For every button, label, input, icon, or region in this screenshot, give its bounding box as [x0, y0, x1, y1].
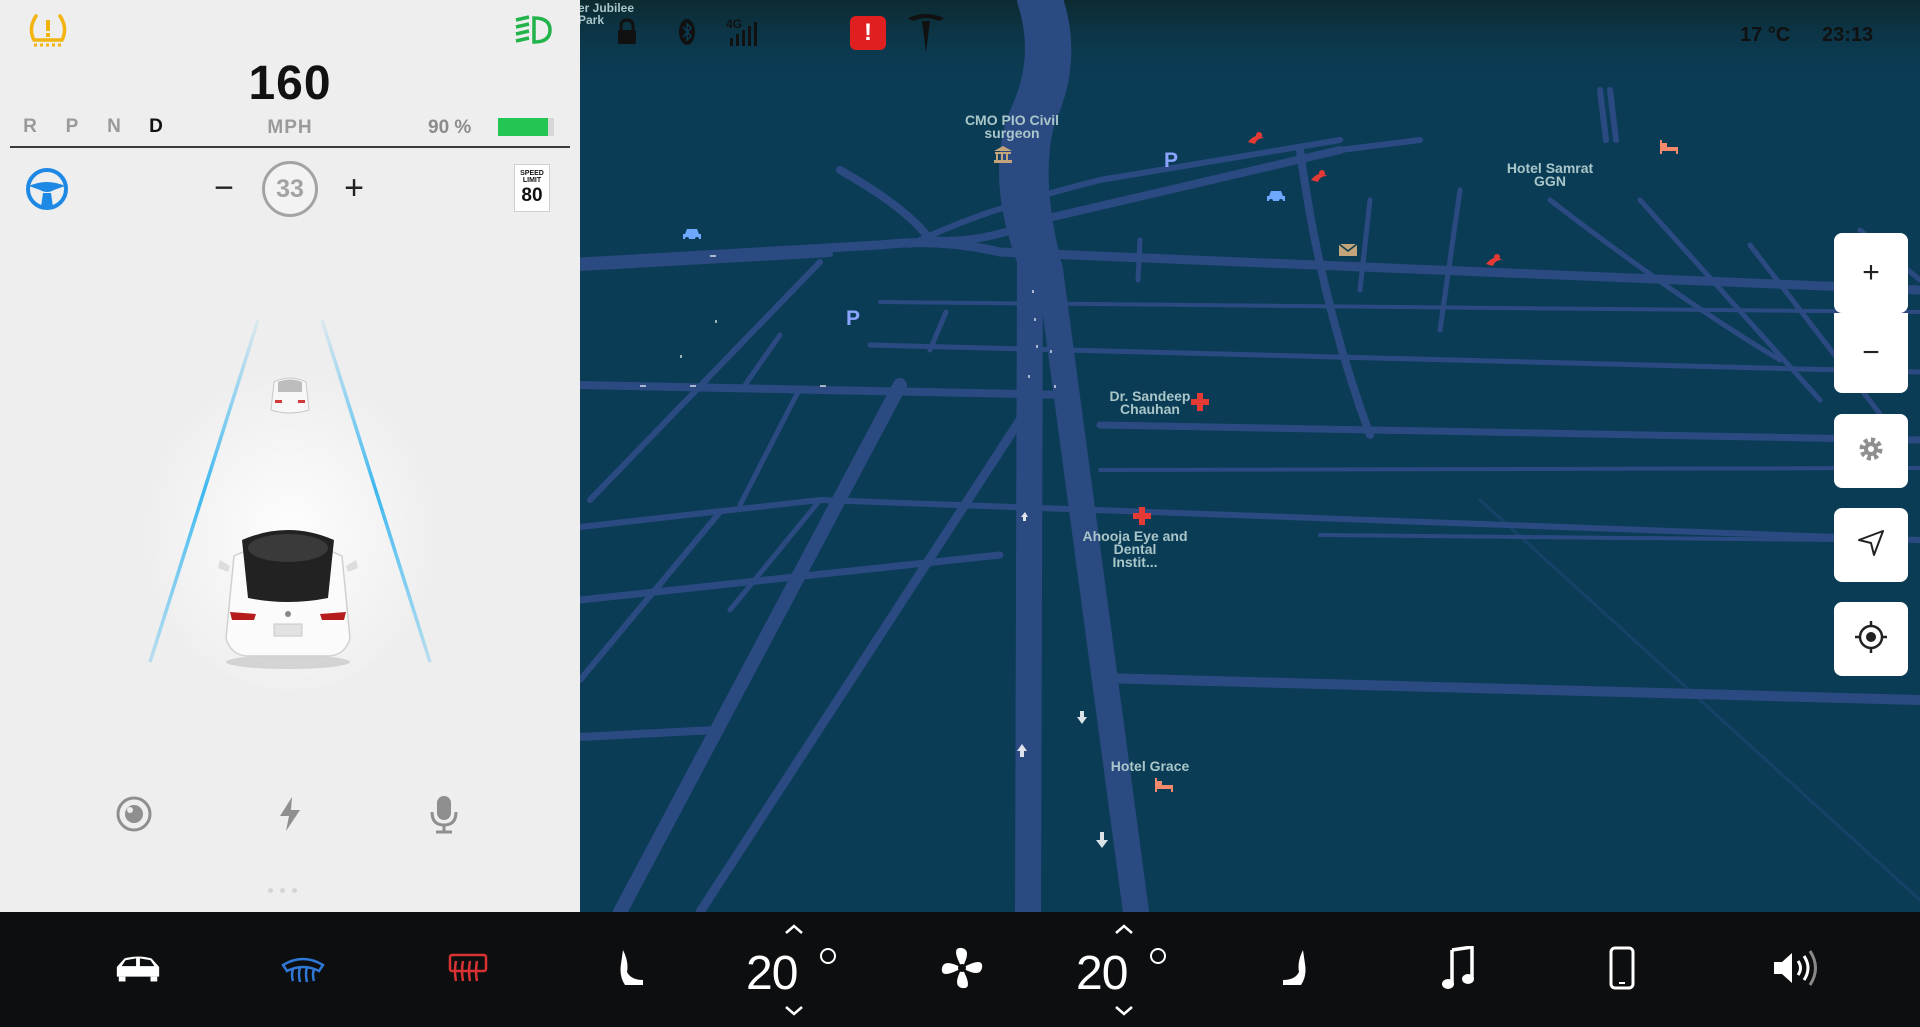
recenter-button[interactable]	[1834, 602, 1908, 676]
parking-icon: P	[1164, 149, 1179, 172]
gear-r: R	[23, 116, 37, 137]
gear-n: N	[107, 116, 121, 137]
network-type: 4G	[726, 17, 742, 31]
signal-strength-icon: 4G	[726, 16, 766, 53]
ego-car-icon	[214, 520, 362, 670]
speed-limit-label-2: LIMIT	[522, 177, 542, 184]
driver-temp-control: 20	[740, 912, 850, 1027]
hospital-icon	[1132, 506, 1152, 531]
recenter-icon	[1854, 620, 1888, 659]
zoom-in-button[interactable]: +	[1834, 233, 1908, 313]
cruise-speed: 33	[262, 161, 318, 217]
climate-dock: 20 20	[0, 912, 1920, 1027]
instrument-cluster: 160 R P N D MPH 90 % − 33 + SPEED LIMIT …	[0, 0, 580, 912]
speed-units: MPH	[267, 117, 313, 138]
speed-limit-value: 80	[521, 185, 543, 206]
page-dot	[268, 888, 273, 893]
car-service-icon	[681, 226, 703, 247]
degree-symbol	[1150, 948, 1166, 964]
gear-icon	[1856, 434, 1886, 469]
navigation-map[interactable]: er Jubilee Park CMO PIO Civil surgeon Ho…	[580, 0, 1920, 912]
zoom-out-button[interactable]: −	[1834, 313, 1908, 393]
page-dot	[292, 888, 297, 893]
charging-bolt-icon[interactable]	[268, 792, 312, 836]
headlights-icon[interactable]	[510, 12, 554, 48]
poi-label-hotel-samrat: Hotel Samrat GGN	[1506, 160, 1594, 189]
driver-temp-value: 20	[746, 947, 798, 1000]
government-building-icon	[992, 144, 1014, 169]
music-icon[interactable]	[1430, 940, 1486, 996]
parking-icon: P	[846, 307, 861, 330]
passenger-temp-value: 20	[1076, 947, 1128, 1000]
restaurant-icon	[1245, 130, 1267, 153]
steering-wheel-icon[interactable]	[24, 166, 70, 212]
gear-d: D	[149, 116, 163, 137]
camera-icon[interactable]	[112, 792, 156, 836]
battery-fill	[498, 118, 549, 136]
page-dot	[280, 888, 285, 893]
post-office-icon	[1337, 242, 1359, 263]
poi-label-hotel-grace: Hotel Grace	[1110, 758, 1190, 774]
hospital-icon	[1190, 392, 1210, 417]
passenger-temp-down-button[interactable]	[1112, 1004, 1136, 1018]
battery-bar	[498, 118, 554, 136]
gear-selector: R P N D	[20, 116, 166, 138]
fan-icon[interactable]	[934, 940, 990, 996]
hotel-icon	[1658, 138, 1680, 161]
alert-icon[interactable]: !	[850, 16, 886, 50]
clock-time: 23:13	[1822, 24, 1874, 46]
restaurant-icon	[1308, 168, 1330, 191]
lead-car-icon	[266, 370, 314, 420]
tire-pressure-warning-icon[interactable]	[26, 12, 70, 48]
page-indicator	[268, 888, 297, 893]
map-settings-button[interactable]	[1834, 414, 1908, 488]
navigation-arrow-icon	[1856, 528, 1886, 563]
volume-icon[interactable]	[1760, 940, 1840, 996]
poi-label-ahooja: Ahooja Eye and Dental Instit...	[1082, 528, 1188, 570]
phone-icon[interactable]	[1594, 940, 1650, 996]
speed-limit-sign: SPEED LIMIT 80	[514, 164, 550, 212]
speed-readout: 160	[248, 57, 332, 110]
lock-icon[interactable]	[616, 18, 638, 51]
seat-heater-right-icon[interactable]	[1266, 940, 1322, 996]
degree-symbol	[820, 948, 836, 964]
car-service-icon	[1265, 188, 1287, 209]
battery-percentage: 90 %	[428, 117, 472, 138]
driver-temp-down-button[interactable]	[782, 1004, 806, 1018]
car-icon[interactable]	[110, 940, 166, 996]
driver-temp-up-button[interactable]	[782, 922, 806, 936]
speed-limit-label-1: SPEED	[520, 170, 544, 177]
passenger-temp-control: 20	[1070, 912, 1180, 1027]
tesla-logo-icon[interactable]	[906, 12, 946, 59]
bluetooth-icon[interactable]	[678, 18, 696, 51]
front-defrost-icon[interactable]	[275, 940, 331, 996]
navigate-button[interactable]	[1834, 508, 1908, 582]
passenger-temp-up-button[interactable]	[1112, 922, 1136, 936]
gear-p: P	[65, 116, 79, 137]
seat-heater-left-icon[interactable]	[604, 940, 660, 996]
cruise-decrease-button[interactable]: −	[206, 168, 242, 208]
outside-temperature: 17 °C	[1740, 24, 1791, 46]
cruise-increase-button[interactable]: +	[336, 168, 372, 208]
restaurant-icon	[1483, 252, 1505, 275]
poi-label-cmo: CMO PIO Civil surgeon	[964, 112, 1060, 141]
cluster-divider	[10, 146, 570, 148]
hotel-icon	[1153, 776, 1175, 799]
rear-defrost-icon[interactable]	[440, 940, 496, 996]
microphone-icon[interactable]	[422, 792, 466, 836]
